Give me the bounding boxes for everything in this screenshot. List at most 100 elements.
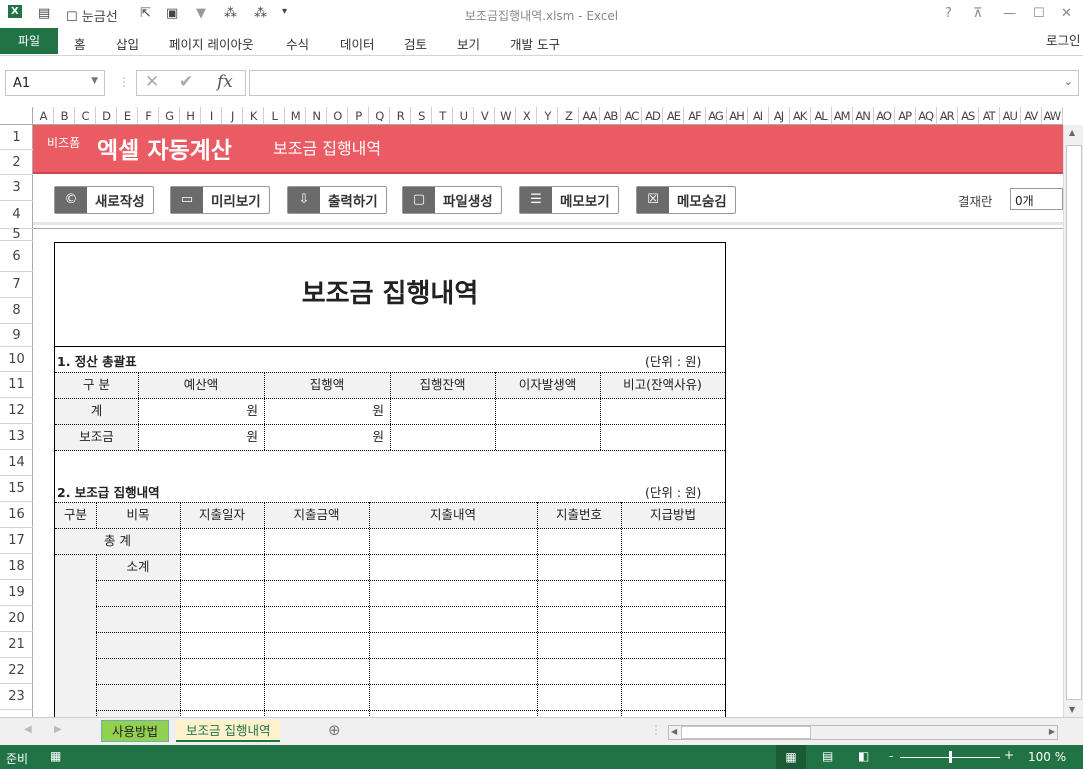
- zoom-slider-thumb[interactable]: [949, 751, 952, 763]
- create-file-button[interactable]: ▢ 파일생성: [402, 186, 502, 214]
- column-header-ag[interactable]: AG: [706, 107, 727, 124]
- column-header-ak[interactable]: AK: [790, 107, 811, 124]
- tab-developer[interactable]: 개발 도구: [510, 34, 560, 53]
- close-icon[interactable]: ✕: [1061, 6, 1072, 21]
- zoom-out-icon[interactable]: -: [889, 749, 893, 763]
- column-header-an[interactable]: AN: [853, 107, 874, 124]
- zoom-level[interactable]: 100 %: [1028, 750, 1066, 764]
- page-break-view-icon[interactable]: ◧: [858, 749, 869, 763]
- horizontal-scrollbar[interactable]: ◀ ▶: [668, 725, 1058, 740]
- column-header-k[interactable]: K: [243, 107, 265, 124]
- column-header-d[interactable]: D: [96, 107, 118, 124]
- column-header-aj[interactable]: AJ: [769, 107, 790, 124]
- column-header-o[interactable]: O: [327, 107, 349, 124]
- row-header-12[interactable]: 12: [0, 398, 33, 424]
- row-header-10[interactable]: 10: [0, 347, 33, 372]
- normal-view-icon[interactable]: ▦: [776, 745, 806, 769]
- row-header-15[interactable]: 15: [0, 476, 33, 502]
- column-header-ac[interactable]: AC: [621, 107, 643, 124]
- column-header-r[interactable]: R: [390, 107, 412, 124]
- column-header-e[interactable]: E: [117, 107, 139, 124]
- summary-cell[interactable]: 원: [264, 424, 390, 450]
- login-link[interactable]: 로그인: [1046, 30, 1081, 49]
- column-header-y[interactable]: Y: [537, 107, 559, 124]
- column-header-af[interactable]: AF: [684, 107, 706, 124]
- row-header-13[interactable]: 13: [0, 424, 33, 450]
- prev-sheet-icon[interactable]: ◀: [24, 724, 32, 735]
- vertical-scroll-thumb[interactable]: [1066, 145, 1082, 700]
- preview-button[interactable]: ▭ 미리보기: [170, 186, 270, 214]
- show-memo-button[interactable]: ☰ 메모보기: [519, 186, 619, 214]
- row-header-5[interactable]: 5: [0, 228, 33, 241]
- column-header-al[interactable]: AL: [811, 107, 832, 124]
- row-header-18[interactable]: 18: [0, 554, 33, 580]
- row-header-6[interactable]: 6: [0, 241, 33, 272]
- column-header-c[interactable]: C: [75, 107, 97, 124]
- row-header-11[interactable]: 11: [0, 372, 33, 398]
- row-header-20[interactable]: 20: [0, 606, 33, 632]
- help-icon[interactable]: ?: [945, 6, 952, 21]
- tab-formulas[interactable]: 수식: [286, 34, 309, 53]
- column-header-ae[interactable]: AE: [663, 107, 685, 124]
- column-header-f[interactable]: F: [138, 107, 160, 124]
- row-header-7[interactable]: 7: [0, 272, 33, 298]
- row-header-23[interactable]: 23: [0, 684, 33, 710]
- column-header-as[interactable]: AS: [958, 107, 979, 124]
- select-all-button[interactable]: [0, 107, 33, 124]
- macro-record-icon[interactable]: ▦: [50, 749, 61, 763]
- chevron-down-icon[interactable]: ▼: [91, 76, 98, 86]
- column-header-p[interactable]: P: [348, 107, 370, 124]
- insert-function-button[interactable]: fx: [217, 72, 233, 92]
- scroll-down-icon[interactable]: ▼: [1069, 705, 1075, 714]
- zoom-in-icon[interactable]: +: [1004, 748, 1014, 762]
- summary-cell[interactable]: 원: [264, 398, 390, 424]
- column-header-s[interactable]: S: [411, 107, 433, 124]
- column-header-ar[interactable]: AR: [937, 107, 958, 124]
- sheet-tab-usage[interactable]: 사용방법: [101, 720, 170, 742]
- column-header-g[interactable]: G: [159, 107, 181, 124]
- column-header-aw[interactable]: AW: [1042, 107, 1063, 124]
- column-header-z[interactable]: Z: [558, 107, 580, 124]
- column-header-ab[interactable]: AB: [600, 107, 622, 124]
- approval-select[interactable]: 0개: [1010, 188, 1063, 210]
- expand-formula-icon[interactable]: ⌄: [1064, 75, 1073, 88]
- row-header-22[interactable]: 22: [0, 658, 33, 684]
- row-header-9[interactable]: 9: [0, 324, 33, 347]
- maximize-icon[interactable]: ☐: [1033, 6, 1045, 21]
- new-button[interactable]: © 새로작성: [54, 186, 154, 214]
- formula-input[interactable]: ⌄: [249, 70, 1079, 96]
- enter-icon[interactable]: ✔: [179, 72, 193, 92]
- row-header-3[interactable]: 3: [0, 175, 33, 201]
- column-header-i[interactable]: I: [201, 107, 223, 124]
- sheet-tab-active[interactable]: 보조금 집행내역: [176, 720, 281, 742]
- row-header-17[interactable]: 17: [0, 528, 33, 554]
- column-header-ad[interactable]: AD: [642, 107, 664, 124]
- row-header-1[interactable]: 1: [0, 125, 33, 150]
- name-box[interactable]: A1 ▼: [5, 70, 105, 96]
- column-header-h[interactable]: H: [180, 107, 202, 124]
- tab-review[interactable]: 검토: [404, 34, 427, 53]
- scroll-up-icon[interactable]: ▲: [1069, 128, 1075, 137]
- scroll-right-icon[interactable]: ▶: [1049, 727, 1055, 736]
- column-header-ai[interactable]: AI: [748, 107, 769, 124]
- tab-file[interactable]: 파일: [0, 28, 58, 54]
- column-header-ap[interactable]: AP: [895, 107, 916, 124]
- column-header-u[interactable]: U: [453, 107, 475, 124]
- row-header-19[interactable]: 19: [0, 580, 33, 606]
- column-header-b[interactable]: B: [54, 107, 76, 124]
- print-button[interactable]: ⇩ 출력하기: [287, 186, 387, 214]
- column-header-v[interactable]: V: [474, 107, 496, 124]
- column-header-ao[interactable]: AO: [874, 107, 895, 124]
- summary-cell[interactable]: 원: [138, 398, 264, 424]
- column-header-am[interactable]: AM: [832, 107, 853, 124]
- column-header-q[interactable]: Q: [369, 107, 391, 124]
- column-header-a[interactable]: A: [33, 107, 55, 124]
- column-header-av[interactable]: AV: [1021, 107, 1042, 124]
- row-header-14[interactable]: 14: [0, 450, 33, 476]
- tab-insert[interactable]: 삽입: [116, 34, 139, 53]
- row-header-8[interactable]: 8: [0, 298, 33, 324]
- cancel-icon[interactable]: ✕: [145, 72, 159, 92]
- column-header-w[interactable]: W: [495, 107, 517, 124]
- tab-home[interactable]: 홈: [74, 34, 86, 53]
- column-header-j[interactable]: J: [222, 107, 244, 124]
